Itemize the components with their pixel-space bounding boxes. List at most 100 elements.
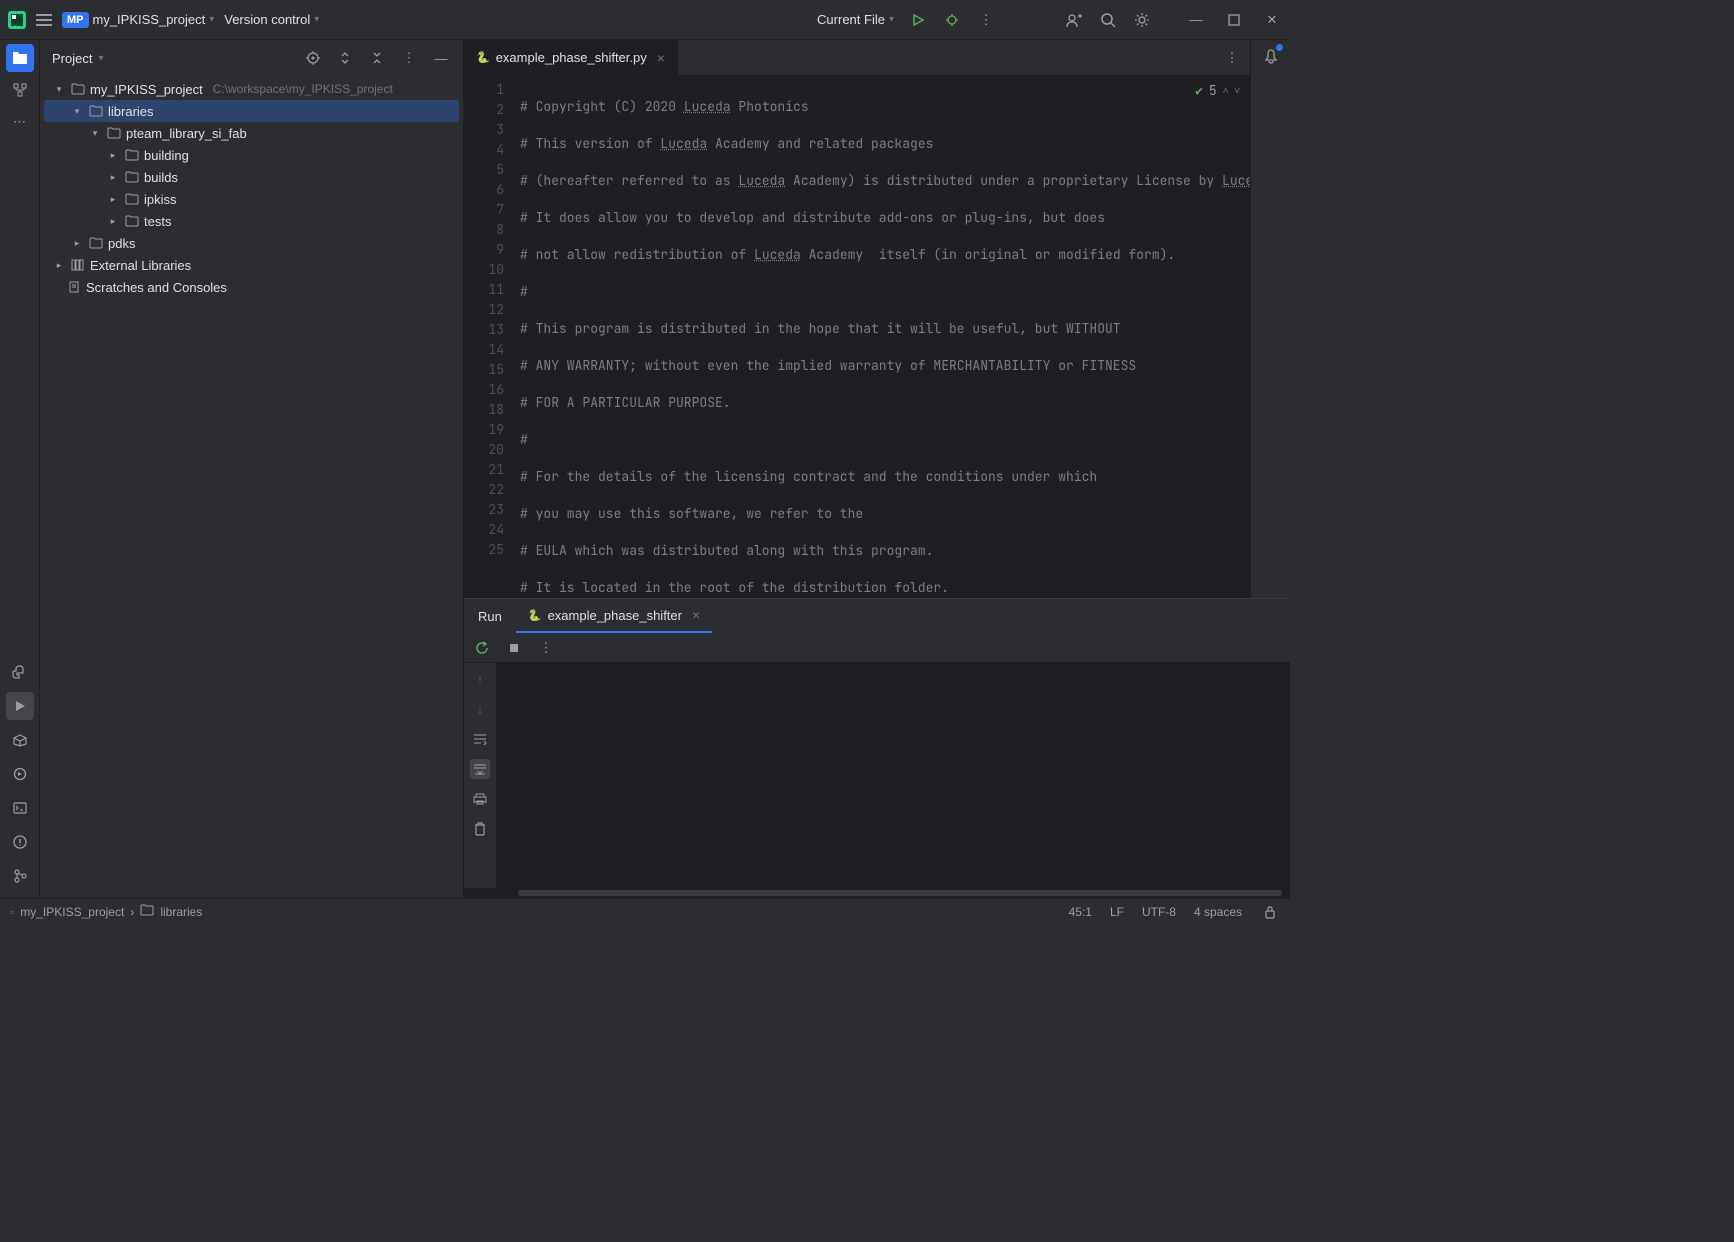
tree-item-tests[interactable]: ▸ tests xyxy=(44,210,459,232)
tree-item-label: External Libraries xyxy=(90,258,191,273)
scroll-to-end-icon[interactable] xyxy=(470,759,490,779)
chevron-down-icon: ▾ xyxy=(88,128,102,139)
run-tool-button[interactable] xyxy=(6,692,34,720)
inspection-widget[interactable]: ✔ 5 ˄ ˅ xyxy=(1195,82,1240,99)
chevron-right-icon: ▸ xyxy=(52,260,66,271)
code-with-me-icon[interactable] xyxy=(1064,10,1084,30)
run-output[interactable] xyxy=(496,663,1290,888)
line-separator[interactable]: LF xyxy=(1110,905,1124,919)
run-config-label: Current File xyxy=(817,12,885,27)
hide-icon[interactable]: — xyxy=(431,48,451,68)
status-bar: ▫ my_IPKISS_project › libraries 45:1 LF … xyxy=(0,898,1290,924)
project-badge: MP xyxy=(62,12,89,28)
print-icon[interactable] xyxy=(470,789,490,809)
run-panel: Run 🐍 example_phase_shifter × ⋮ ↑ ↓ xyxy=(464,598,1290,898)
maximize-button[interactable] xyxy=(1224,10,1244,30)
run-config-selector[interactable]: Current File ▾ xyxy=(817,12,894,27)
tree-item-label: ipkiss xyxy=(144,192,177,207)
close-button[interactable]: ✕ xyxy=(1262,10,1282,30)
tree-item-external[interactable]: ▸ External Libraries xyxy=(44,254,459,276)
services-tool-button[interactable] xyxy=(6,760,34,788)
caret-position[interactable]: 45:1 xyxy=(1069,905,1092,919)
up-icon[interactable]: ↑ xyxy=(470,669,490,689)
left-tool-rail: ⋯ xyxy=(0,40,40,898)
inspection-count: 5 xyxy=(1209,82,1217,99)
right-tool-rail xyxy=(1250,40,1290,598)
run-scrollbar[interactable] xyxy=(464,888,1290,898)
indent-setting[interactable]: 4 spaces xyxy=(1194,905,1242,919)
file-encoding[interactable]: UTF-8 xyxy=(1142,905,1176,919)
vcs-label: Version control xyxy=(224,12,310,27)
minimize-button[interactable]: — xyxy=(1186,10,1206,30)
tree-item-building[interactable]: ▸ building xyxy=(44,144,459,166)
breadcrumb-root[interactable]: my_IPKISS_project xyxy=(20,905,124,919)
readonly-lock-icon[interactable] xyxy=(1260,902,1280,922)
search-icon[interactable] xyxy=(1098,10,1118,30)
project-selector[interactable]: MP my_IPKISS_project ▾ xyxy=(62,12,214,28)
packages-tool-button[interactable] xyxy=(6,726,34,754)
more-icon[interactable]: ⋮ xyxy=(976,10,996,30)
tree-item-label: my_IPKISS_project xyxy=(90,82,203,97)
library-icon xyxy=(70,259,86,271)
hamburger-icon[interactable] xyxy=(36,14,52,26)
run-panel-title: Run xyxy=(464,599,516,633)
collapse-all-icon[interactable] xyxy=(367,48,387,68)
more-icon[interactable]: ⋮ xyxy=(536,638,556,658)
tree-item-libraries[interactable]: ▾ libraries xyxy=(44,100,459,122)
vcs-menu[interactable]: Version control ▾ xyxy=(224,12,319,27)
code-editor[interactable]: ✔ 5 ˄ ˅ 12345678910111213141516181920212… xyxy=(464,76,1250,598)
tree-item-builds[interactable]: ▸ builds xyxy=(44,166,459,188)
tab-options-icon[interactable]: ⋮ xyxy=(1222,48,1242,68)
chevron-right-icon: › xyxy=(130,905,134,919)
terminal-tool-button[interactable] xyxy=(6,794,34,822)
tree-item-scratches[interactable]: Scratches and Consoles xyxy=(44,276,459,298)
titlebar: MP my_IPKISS_project ▾ Version control ▾… xyxy=(0,0,1290,40)
tab-label: example_phase_shifter.py xyxy=(496,50,647,65)
run-icon[interactable] xyxy=(908,10,928,30)
project-tree: ▾ my_IPKISS_project C:\workspace\my_IPKI… xyxy=(40,76,463,898)
debug-icon[interactable] xyxy=(942,10,962,30)
locate-icon[interactable] xyxy=(303,48,323,68)
python-console-button[interactable] xyxy=(6,658,34,686)
settings-icon[interactable] xyxy=(1132,10,1152,30)
line-gutter: 123456789101112131415161819202122232425 xyxy=(464,76,512,598)
options-icon[interactable]: ⋮ xyxy=(399,48,419,68)
tree-item-label: building xyxy=(144,148,189,163)
project-name: my_IPKISS_project xyxy=(93,12,206,27)
down-icon[interactable]: ↓ xyxy=(470,699,490,719)
trash-icon[interactable] xyxy=(470,819,490,839)
tree-item-pdks[interactable]: ▸ pdks xyxy=(44,232,459,254)
code-content[interactable]: # Copyright (C) 2020 Luceda Photonics # … xyxy=(512,76,1250,598)
chevron-right-icon: ▸ xyxy=(106,194,120,205)
breadcrumb-folder[interactable]: libraries xyxy=(160,905,202,919)
scratches-icon xyxy=(66,281,82,293)
structure-tool-button[interactable] xyxy=(6,76,34,104)
project-tool-button[interactable] xyxy=(6,44,34,72)
expand-all-icon[interactable] xyxy=(335,48,355,68)
problems-tool-button[interactable] xyxy=(6,828,34,856)
content-area: 🐍 example_phase_shifter.py × ⋮ ✔ 5 ˄ ˅ xyxy=(464,40,1290,898)
sidebar-header: Project ▾ ⋮ — xyxy=(40,40,463,76)
vcs-tool-button[interactable] xyxy=(6,862,34,890)
more-tools-button[interactable]: ⋯ xyxy=(6,108,34,136)
folder-icon xyxy=(106,127,122,139)
module-icon: ▫ xyxy=(10,905,14,919)
tree-item-path: C:\workspace\my_IPKISS_project xyxy=(213,82,393,96)
chevron-right-icon: ▸ xyxy=(106,216,120,227)
run-config-tab[interactable]: 🐍 example_phase_shifter × xyxy=(516,599,712,633)
editor-tab[interactable]: 🐍 example_phase_shifter.py × xyxy=(464,40,678,75)
rerun-icon[interactable] xyxy=(472,638,492,658)
tree-item-pteam[interactable]: ▾ pteam_library_si_fab xyxy=(44,122,459,144)
close-tab-icon[interactable]: × xyxy=(657,50,665,66)
chevron-up-icon[interactable]: ˄ xyxy=(1223,84,1229,97)
soft-wrap-icon[interactable] xyxy=(470,729,490,749)
chevron-down-icon[interactable]: ˅ xyxy=(1234,84,1240,97)
close-tab-icon[interactable]: × xyxy=(692,607,700,623)
chevron-down-icon[interactable]: ▾ xyxy=(98,53,103,64)
folder-icon xyxy=(124,193,140,205)
tree-item-label: builds xyxy=(144,170,178,185)
tree-item-ipkiss[interactable]: ▸ ipkiss xyxy=(44,188,459,210)
stop-icon[interactable] xyxy=(504,638,524,658)
notifications-icon[interactable] xyxy=(1261,46,1281,66)
tree-root[interactable]: ▾ my_IPKISS_project C:\workspace\my_IPKI… xyxy=(44,78,459,100)
